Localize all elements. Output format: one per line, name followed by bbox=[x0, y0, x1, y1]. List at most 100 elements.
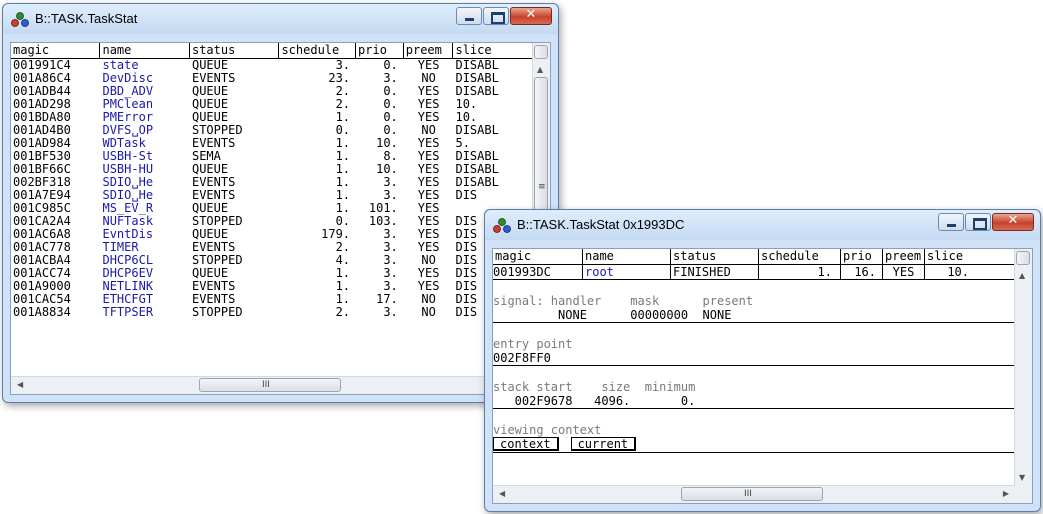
scroll-up-icon[interactable]: ▲ bbox=[1019, 271, 1025, 280]
cell-status: EVENTS bbox=[191, 189, 236, 202]
column-header-preem[interactable]: preem bbox=[404, 43, 454, 58]
cell-preem: NO bbox=[421, 306, 436, 319]
table-row[interactable]: 001991C4 state QUEUE 3. 0. YES DISABL bbox=[11, 59, 533, 72]
horizontal-scroll-thumb[interactable]: III bbox=[199, 378, 341, 392]
close-button[interactable]: ✕ bbox=[510, 7, 552, 25]
column-header-name[interactable]: name bbox=[100, 43, 190, 58]
cell-name[interactable]: MS_EV_R bbox=[100, 202, 189, 215]
minimize-icon bbox=[465, 18, 474, 21]
taskstat-window[interactable]: B::TASK.TaskStat ✕ magic name status sch… bbox=[2, 3, 559, 403]
title-bar[interactable]: B::TASK.TaskStat 0x1993DC ✕ bbox=[485, 210, 1040, 240]
table-row[interactable]: 001AD4B0 DVFS␣OP STOPPED 0. 0. NO DISABL bbox=[11, 124, 533, 137]
vertical-scroll-thumb[interactable] bbox=[534, 45, 548, 59]
cell-prio: 17. bbox=[376, 293, 398, 306]
cell-name[interactable]: TFTPSER bbox=[100, 306, 189, 319]
cell-name[interactable]: USBH-HU bbox=[100, 163, 189, 176]
cell-slice: DISABL bbox=[455, 150, 499, 163]
table-row[interactable]: 001ACBA4 DHCP6CL STOPPED 4. 3. NO DIS bbox=[11, 254, 533, 267]
cell-name[interactable]: DHCP6EV bbox=[100, 267, 189, 280]
table-row[interactable]: 001BDA80 PMError QUEUE 1. 0. YES 10. bbox=[11, 111, 533, 124]
table-row[interactable]: 001AC6A8 EvntDis QUEUE 179. 3. YES DIS bbox=[11, 228, 533, 241]
cell-name[interactable]: ETHCFGT bbox=[100, 293, 189, 306]
cell-preem: YES bbox=[417, 150, 440, 163]
cell-magic: 001A7E94 bbox=[13, 189, 71, 202]
table-row[interactable]: 001CAC54 ETHCFGT EVENTS 1. 17. NO DIS bbox=[11, 293, 533, 306]
resize-grip[interactable] bbox=[1015, 486, 1032, 503]
close-button[interactable]: ✕ bbox=[992, 213, 1034, 231]
table-row[interactable]: 001993DC root FINISHED 1. 16. YES 10. bbox=[493, 265, 1015, 280]
cell-name[interactable]: USBH-St bbox=[100, 150, 189, 163]
cell-name[interactable]: DevDisc bbox=[100, 72, 189, 85]
table-row[interactable]: 001A9000 NETLINK EVENTS 1. 3. YES DIS bbox=[11, 280, 533, 293]
maximize-button[interactable] bbox=[483, 7, 509, 25]
column-header-magic[interactable]: magic bbox=[11, 43, 101, 58]
cell-name[interactable]: NETLINK bbox=[100, 280, 189, 293]
cell-status: QUEUE bbox=[191, 163, 229, 176]
cell-prio: 3. bbox=[383, 280, 398, 293]
cell-name[interactable]: PMClean bbox=[100, 98, 189, 111]
column-header-schedule[interactable]: schedule bbox=[759, 249, 841, 264]
table-row[interactable]: 001AC778 TIMER EVENTS 2. 3. YES DIS bbox=[11, 241, 533, 254]
table-row[interactable]: 001A7E94 SDIO␣He EVENTS 1. 3. YES DIS bbox=[11, 189, 533, 202]
cell-preem: YES bbox=[883, 265, 925, 279]
cell-name[interactable]: EvntDis bbox=[100, 228, 189, 241]
column-header-name[interactable]: name bbox=[583, 249, 671, 264]
scroll-left-icon[interactable]: ◀ bbox=[499, 489, 505, 498]
cell-preem: YES bbox=[417, 176, 440, 189]
vertical-scroll-thumb[interactable] bbox=[1016, 251, 1030, 265]
table-row[interactable]: 001ACC74 DHCP6EV QUEUE 1. 3. YES DIS bbox=[11, 267, 533, 280]
scroll-up-icon[interactable]: ▲ bbox=[537, 65, 543, 74]
cell-schedule: 3. bbox=[335, 59, 351, 72]
cell-name[interactable]: DHCP6CL bbox=[100, 254, 189, 267]
scroll-left-icon[interactable]: ◀ bbox=[17, 380, 23, 389]
scroll-down-icon[interactable]: ▼ bbox=[1019, 473, 1025, 482]
table-row[interactable]: 002BF318 SDIO␣He EVENTS 1. 3. YES DISABL bbox=[11, 176, 533, 189]
maximize-button[interactable] bbox=[965, 213, 991, 231]
column-header-slice[interactable]: slice bbox=[925, 249, 975, 264]
window-title: B::TASK.TaskStat bbox=[35, 11, 138, 26]
table-row[interactable]: 001C985C MS_EV_R QUEUE 1. 101. YES bbox=[11, 202, 533, 215]
cell-name[interactable]: NUFTask bbox=[100, 215, 189, 228]
vertical-scrollbar[interactable]: ▲ ▼ bbox=[1014, 249, 1032, 486]
cell-name[interactable]: root bbox=[583, 265, 671, 279]
cell-magic: 001AC6A8 bbox=[13, 228, 71, 241]
cell-name[interactable]: PMError bbox=[100, 111, 189, 124]
cell-name[interactable]: DVFS␣OP bbox=[100, 124, 189, 137]
table-row[interactable]: 001AD984 WDTask EVENTS 1. 10. YES 5. bbox=[11, 137, 533, 150]
column-header-schedule[interactable]: schedule bbox=[279, 43, 357, 58]
horizontal-scrollbar[interactable]: ◀ III bbox=[11, 376, 533, 394]
context-button[interactable]: context bbox=[493, 437, 559, 451]
column-header-status[interactable]: status bbox=[190, 43, 280, 58]
scroll-right-icon[interactable]: ▶ bbox=[1003, 489, 1009, 498]
table-row[interactable]: 001CA2A4 NUFTask STOPPED 0. 103. YES DIS bbox=[11, 215, 533, 228]
current-button[interactable]: current bbox=[570, 437, 637, 451]
table-row[interactable]: 001AD298 PMClean QUEUE 2. 0. YES 10. bbox=[11, 98, 533, 111]
taskstat-detail-window[interactable]: B::TASK.TaskStat 0x1993DC ✕ magic name s… bbox=[484, 209, 1041, 512]
title-bar[interactable]: B::TASK.TaskStat ✕ bbox=[3, 4, 558, 34]
minimize-button[interactable] bbox=[938, 213, 964, 231]
cell-status: STOPPED bbox=[191, 306, 243, 319]
column-header-status[interactable]: status bbox=[671, 249, 759, 264]
column-header-magic[interactable]: magic bbox=[493, 249, 583, 264]
minimize-button[interactable] bbox=[456, 7, 482, 25]
horizontal-scroll-thumb[interactable]: III bbox=[681, 487, 823, 501]
horizontal-scrollbar[interactable]: ◀ III ▶ bbox=[493, 485, 1015, 503]
cell-preem: NO bbox=[421, 124, 436, 137]
column-header-slice[interactable]: slice bbox=[453, 43, 533, 58]
cell-name[interactable]: DBD_ADV bbox=[100, 85, 189, 98]
cell-name[interactable]: SDIO␣He bbox=[100, 189, 189, 202]
column-header-prio[interactable]: prio bbox=[356, 43, 404, 58]
cell-name[interactable]: SDIO␣He bbox=[100, 176, 189, 189]
table-row[interactable]: 001A86C4 DevDisc EVENTS 23. 3. NO DISABL bbox=[11, 72, 533, 85]
column-header-prio[interactable]: prio bbox=[841, 249, 883, 264]
cell-name[interactable]: state bbox=[100, 59, 189, 72]
table-row[interactable]: 001A8834 TFTPSER STOPPED 2. 3. NO DIS bbox=[11, 306, 533, 319]
cell-name[interactable]: WDTask bbox=[100, 137, 189, 150]
cell-slice: 10. bbox=[455, 98, 478, 111]
column-header-preem[interactable]: preem bbox=[883, 249, 925, 264]
table-row[interactable]: 001BF66C USBH-HU QUEUE 1. 10. YES DISABL bbox=[11, 163, 533, 176]
table-row[interactable]: 001BF530 USBH-St SEMA 1. 8. YES DISABL bbox=[11, 150, 533, 163]
table-row[interactable]: 001ADB44 DBD_ADV QUEUE 2. 0. YES DISABL bbox=[11, 85, 533, 98]
cell-name[interactable]: TIMER bbox=[100, 241, 189, 254]
cell-schedule: 1. bbox=[335, 176, 351, 189]
